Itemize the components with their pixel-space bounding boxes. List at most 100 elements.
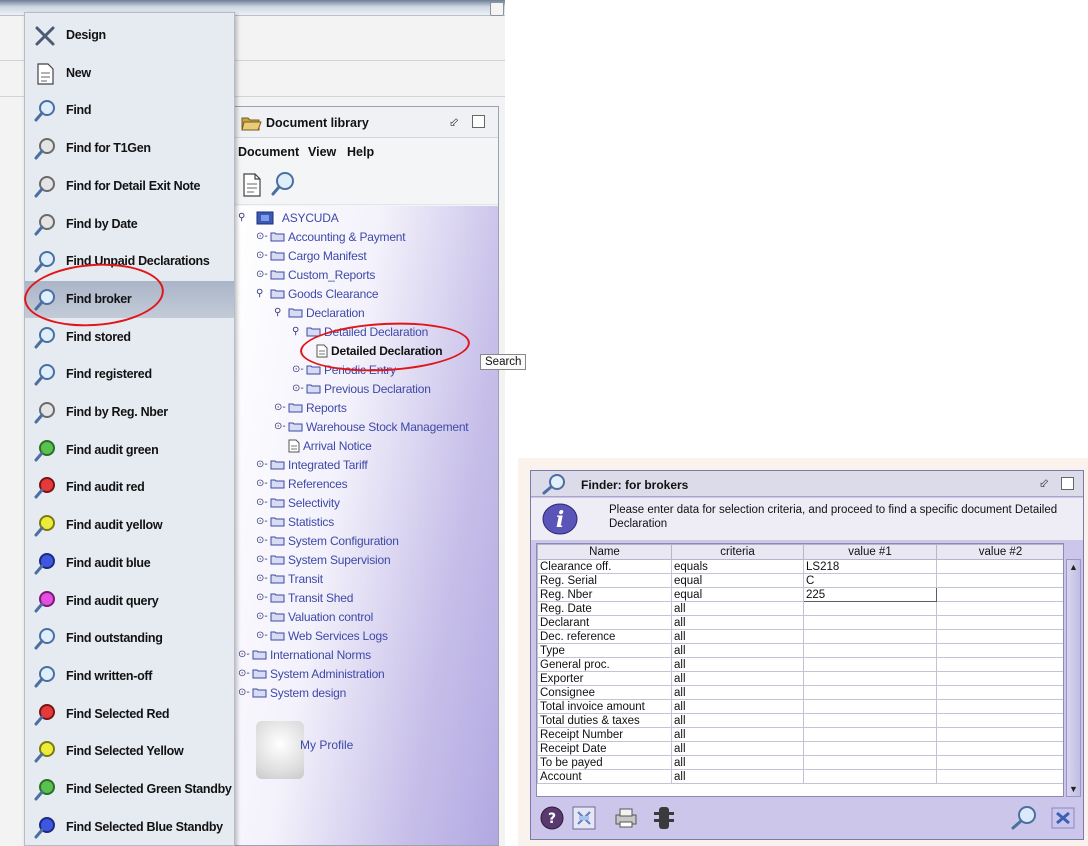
tree-node[interactable]: ⊙- Accounting & Payment [256, 228, 406, 246]
criterion-value-2[interactable] [936, 559, 1063, 574]
menu-item[interactable]: Find audit green [25, 432, 234, 469]
tree-node[interactable]: ⊙- References [256, 475, 348, 493]
criterion-value-2[interactable] [936, 629, 1063, 644]
collapsed-toggle-icon[interactable]: ⊙- [256, 478, 270, 489]
criterion-operator[interactable]: all [671, 601, 804, 616]
tree-node[interactable]: ⚲ Goods Clearance [256, 285, 379, 303]
criterion-value-1[interactable] [803, 601, 937, 616]
tree-node-selected[interactable]: Detailed Declaration [316, 342, 443, 360]
tree-node[interactable]: ⚲ Declaration [274, 304, 365, 322]
menu-item[interactable]: Find audit blue [25, 545, 234, 582]
collapsed-toggle-icon[interactable]: ⊙- [292, 383, 306, 394]
table-row[interactable]: Declarant all [537, 615, 1063, 630]
menu-item[interactable]: Design [25, 17, 234, 54]
criterion-value-1[interactable] [803, 699, 937, 714]
profile-label[interactable]: My Profile [300, 738, 353, 752]
criterion-value-1[interactable] [803, 713, 937, 728]
criterion-value-2[interactable] [936, 671, 1063, 686]
table-row[interactable]: Dec. reference all [537, 629, 1063, 644]
menu-item[interactable]: Find Selected Green Standby [25, 771, 234, 808]
table-row[interactable]: To be payed all [537, 755, 1063, 770]
criterion-value-2[interactable] [936, 699, 1063, 714]
table-row[interactable]: General proc. all [537, 657, 1063, 672]
restore-icon[interactable]: ⬃ [1039, 476, 1049, 490]
menu-item[interactable]: Find broker [25, 280, 234, 318]
tree-node[interactable]: ⚲ Detailed Declaration [292, 323, 428, 341]
menu-item[interactable]: Find stored [25, 319, 234, 356]
criterion-value-2[interactable] [936, 587, 1063, 602]
collapsed-toggle-icon[interactable]: ⊙- [256, 459, 270, 470]
criterion-operator[interactable]: all [671, 741, 804, 756]
clear-criteria-icon[interactable] [571, 805, 597, 831]
criterion-operator[interactable]: all [671, 615, 804, 630]
tree-node[interactable]: Arrival Notice [288, 437, 372, 455]
criterion-operator[interactable]: all [671, 769, 804, 784]
search-button-icon[interactable] [1009, 805, 1039, 831]
menu-item[interactable]: Find registered [25, 356, 234, 393]
tree-node[interactable]: ⚲ ASYCUDA [238, 209, 339, 227]
criterion-operator[interactable]: equals [671, 559, 804, 574]
table-row[interactable]: Receipt Date all [537, 741, 1063, 756]
criterion-value-1[interactable] [803, 615, 937, 630]
collapsed-toggle-icon[interactable]: ⊙- [256, 573, 270, 584]
table-row[interactable]: Account all [537, 769, 1063, 784]
table-row[interactable]: Exporter all [537, 671, 1063, 686]
criterion-operator[interactable]: all [671, 671, 804, 686]
cancel-icon[interactable] [1051, 805, 1075, 831]
menu-item[interactable]: Find audit query [25, 583, 234, 620]
close-icon[interactable] [472, 115, 485, 128]
expanded-toggle-icon[interactable]: ⚲ [238, 212, 252, 223]
collapsed-toggle-icon[interactable]: ⊙- [274, 421, 288, 432]
help-icon[interactable]: ? [539, 805, 565, 831]
collapsed-toggle-icon[interactable]: ⊙- [256, 535, 270, 546]
menu-view[interactable]: View [308, 145, 336, 159]
table-row[interactable]: Receipt Number all [537, 727, 1063, 742]
tree-node[interactable]: ⊙- International Norms [238, 646, 371, 664]
menu-item[interactable]: Find audit yellow [25, 507, 234, 544]
column-header[interactable]: criteria [671, 544, 804, 560]
tree-node[interactable]: ⊙- Custom_Reports [256, 266, 375, 284]
criterion-operator[interactable]: all [671, 643, 804, 658]
vertical-scrollbar[interactable]: ▲ ▼ [1066, 559, 1081, 797]
table-row[interactable]: Total duties & taxes all [537, 713, 1063, 728]
criterion-value-1[interactable] [803, 657, 937, 672]
tree-node[interactable]: ⊙- Reports [274, 399, 347, 417]
tree-node[interactable]: ⊙- Integrated Tariff [256, 456, 368, 474]
expanded-toggle-icon[interactable]: ⚲ [256, 288, 270, 299]
table-row[interactable]: Total invoice amount all [537, 699, 1063, 714]
criterion-operator[interactable]: equal [671, 573, 804, 588]
collapsed-toggle-icon[interactable]: ⊙- [256, 250, 270, 261]
tree-node[interactable]: ⊙- Statistics [256, 513, 334, 531]
collapsed-toggle-icon[interactable]: ⊙- [256, 516, 270, 527]
collapsed-toggle-icon[interactable]: ⊙- [256, 231, 270, 242]
criterion-value-1[interactable]: LS218 [803, 559, 937, 574]
menu-item[interactable]: Find for T1Gen [25, 130, 234, 167]
criterion-operator[interactable]: all [671, 629, 804, 644]
menu-item[interactable]: Find outstanding [25, 620, 234, 657]
collapsed-toggle-icon[interactable]: ⊙- [256, 611, 270, 622]
tree-node[interactable]: ⊙- Previous Declaration [292, 380, 431, 398]
criterion-value-1[interactable] [803, 769, 937, 784]
collapsed-toggle-icon[interactable]: ⊙- [256, 592, 270, 603]
menu-item[interactable]: New [25, 55, 234, 92]
criterion-value-1[interactable] [803, 741, 937, 756]
table-row[interactable]: Reg. Serial equal C [537, 573, 1063, 588]
table-row[interactable]: Reg. Nber equal 225 [537, 587, 1063, 602]
close-icon[interactable] [1061, 477, 1074, 490]
criterion-value-1[interactable]: C [803, 573, 937, 588]
menu-item[interactable]: Find Selected Red [25, 696, 234, 733]
collapsed-toggle-icon[interactable]: ⊙- [256, 630, 270, 641]
criterion-value-2[interactable] [936, 573, 1063, 588]
tree-node[interactable]: ⊙- Cargo Manifest [256, 247, 367, 265]
expanded-toggle-icon[interactable]: ⚲ [274, 307, 288, 318]
menu-item[interactable]: Find audit red [25, 469, 234, 506]
collapsed-toggle-icon[interactable]: ⊙- [238, 687, 252, 698]
criterion-operator[interactable]: all [671, 727, 804, 742]
collapsed-toggle-icon[interactable]: ⊙- [238, 668, 252, 679]
menu-item[interactable]: Find [25, 92, 234, 129]
criterion-value-1[interactable] [803, 629, 937, 644]
collapsed-toggle-icon[interactable]: ⊙- [256, 497, 270, 508]
criterion-value-1[interactable] [803, 685, 937, 700]
criterion-value-1[interactable]: 225 [803, 587, 937, 602]
search-icon[interactable] [270, 171, 296, 197]
